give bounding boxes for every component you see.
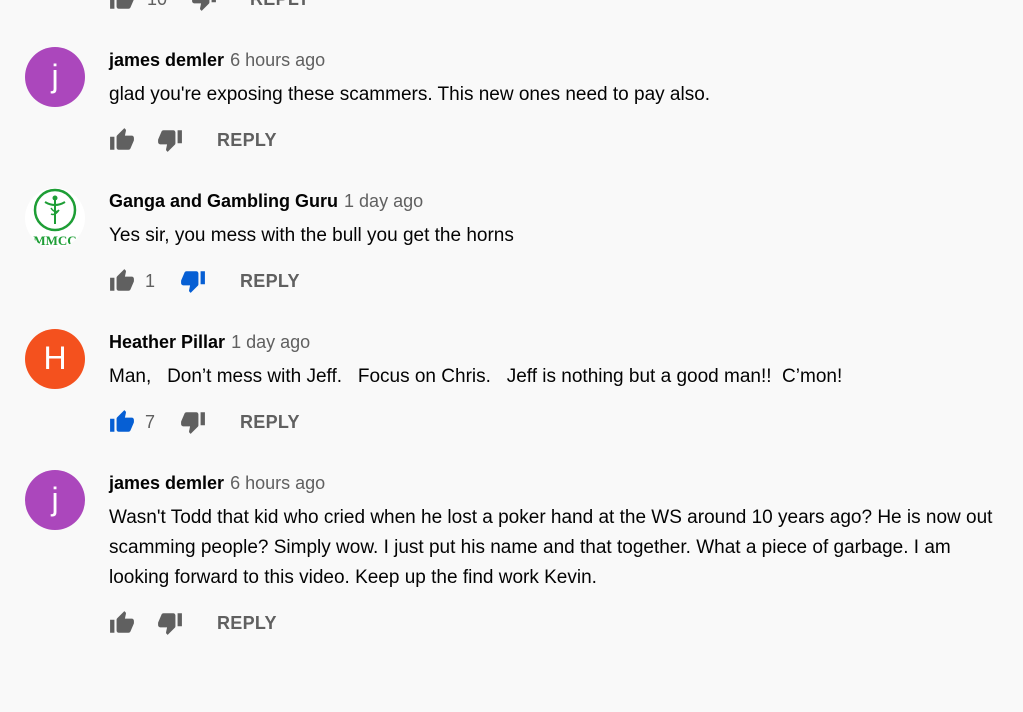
avatar[interactable]: H [25,329,85,389]
like-icon[interactable] [109,0,135,12]
svg-text:MMCC: MMCC [33,233,76,248]
avatar-letter: H [43,340,67,376]
comment-text: Wasn't Todd that kid who cried when he l… [109,507,998,588]
like-icon[interactable] [109,409,135,435]
comment-text: glad you're exposing these scammers. Thi… [109,84,711,105]
reply-button[interactable]: REPLY [240,409,300,435]
comment-header: Heather Pillar 1 day ago [109,330,310,354]
avatar[interactable]: j [25,47,85,107]
like-count: 7 [145,412,156,432]
comment-time[interactable]: 6 hours ago [230,50,325,70]
reply-button[interactable]: REPLY [217,127,277,153]
reply-button[interactable]: REPLY [250,0,310,12]
reply-button[interactable]: REPLY [217,610,277,636]
dislike-icon[interactable] [157,127,183,153]
comment-actions: 7 REPLY [109,409,409,435]
top-partial-actions: 10 REPLY [109,0,409,12]
like-count: 10 [147,0,167,12]
comment-text: Yes sir, you mess with the bull you get … [109,225,514,246]
avatar[interactable]: MMCC [25,188,85,248]
comment-actions: REPLY [109,127,409,153]
like-count: 1 [145,271,156,291]
like-icon[interactable] [109,127,135,153]
avatar-letter: j [51,481,59,517]
dislike-icon[interactable] [180,268,206,294]
author-name[interactable]: james demler [109,50,224,70]
like-icon[interactable] [109,610,135,636]
author-name[interactable]: james demler [109,473,224,493]
comment-header: james demler 6 hours ago [109,471,325,495]
comment-actions: REPLY [109,610,409,636]
caduceus-logo-icon: MMCC [33,188,77,248]
comment-time[interactable]: 1 day ago [344,191,423,211]
avatar-letter: j [51,58,59,94]
author-name[interactable]: Heather Pillar [109,332,225,352]
like-icon[interactable] [109,268,135,294]
comment-time[interactable]: 1 day ago [231,332,310,352]
author-name[interactable]: Ganga and Gambling Guru [109,191,338,211]
comment-actions: 1 REPLY [109,268,409,294]
dislike-icon[interactable] [191,0,217,12]
dislike-icon[interactable] [157,610,183,636]
reply-button[interactable]: REPLY [240,268,300,294]
comment-header: Ganga and Gambling Guru 1 day ago [109,189,423,213]
comment-header: james demler 6 hours ago [109,48,325,72]
avatar[interactable]: j [25,470,85,530]
dislike-icon[interactable] [180,409,206,435]
comment-text: Man, Don’t mess with Jeff. Focus on Chri… [109,366,843,387]
comment-time[interactable]: 6 hours ago [230,473,325,493]
